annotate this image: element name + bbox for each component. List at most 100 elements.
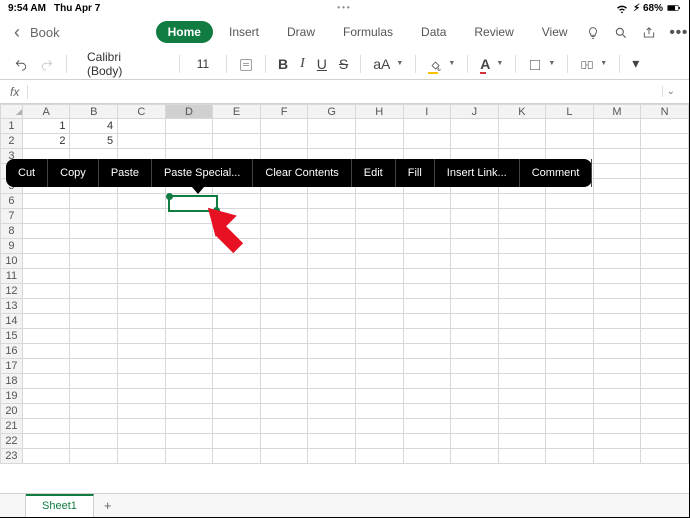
cell-K18[interactable] [498, 374, 546, 389]
cell-N18[interactable] [641, 374, 689, 389]
cell-K10[interactable] [498, 254, 546, 269]
cell-M21[interactable] [593, 419, 641, 434]
cell-I14[interactable] [403, 314, 451, 329]
cell-N11[interactable] [641, 269, 689, 284]
cell-F23[interactable] [260, 449, 308, 464]
cell-M1[interactable] [593, 119, 641, 134]
cell-B14[interactable] [70, 314, 118, 329]
cell-C14[interactable] [118, 314, 166, 329]
cell-H2[interactable] [355, 134, 403, 149]
cell-I7[interactable] [403, 209, 451, 224]
cell-I16[interactable] [403, 344, 451, 359]
cell-A17[interactable] [22, 359, 70, 374]
row-header-19[interactable]: 19 [1, 389, 23, 404]
cell-N4[interactable] [641, 164, 689, 179]
cell-F19[interactable] [260, 389, 308, 404]
tab-draw[interactable]: Draw [275, 21, 327, 43]
cell-A18[interactable] [22, 374, 70, 389]
cell-E16[interactable] [213, 344, 261, 359]
undo-icon[interactable] [14, 55, 28, 71]
cell-N9[interactable] [641, 239, 689, 254]
cell-L16[interactable] [546, 344, 594, 359]
cell-B2[interactable]: 5 [70, 134, 118, 149]
cell-F13[interactable] [260, 299, 308, 314]
cell-J23[interactable] [451, 449, 499, 464]
borders-button[interactable] [528, 55, 542, 71]
cell-D10[interactable] [165, 254, 213, 269]
col-header-H[interactable]: H [355, 105, 403, 119]
row-header-20[interactable]: 20 [1, 404, 23, 419]
cell-M20[interactable] [593, 404, 641, 419]
cell-J15[interactable] [451, 329, 499, 344]
ctx-paste-special[interactable]: Paste Special... [152, 159, 253, 187]
cell-M19[interactable] [593, 389, 641, 404]
cell-J16[interactable] [451, 344, 499, 359]
cell-D2[interactable] [165, 134, 213, 149]
cell-K19[interactable] [498, 389, 546, 404]
cell-I1[interactable] [403, 119, 451, 134]
cell-I10[interactable] [403, 254, 451, 269]
cell-J9[interactable] [451, 239, 499, 254]
ctx-insert-link[interactable]: Insert Link... [435, 159, 520, 187]
cell-H19[interactable] [355, 389, 403, 404]
col-header-D[interactable]: D [165, 105, 213, 119]
cell-N12[interactable] [641, 284, 689, 299]
cell-C15[interactable] [118, 329, 166, 344]
chevron-down-icon[interactable]: ▼ [548, 60, 555, 67]
ctx-edit[interactable]: Edit [352, 159, 396, 187]
cell-B6[interactable] [70, 194, 118, 209]
cell-I6[interactable] [403, 194, 451, 209]
cell-M13[interactable] [593, 299, 641, 314]
cell-J19[interactable] [451, 389, 499, 404]
row-header-17[interactable]: 17 [1, 359, 23, 374]
cell-E2[interactable] [213, 134, 261, 149]
cell-C23[interactable] [118, 449, 166, 464]
cell-I15[interactable] [403, 329, 451, 344]
row-header-9[interactable]: 9 [1, 239, 23, 254]
cell-M14[interactable] [593, 314, 641, 329]
font-selector[interactable]: Calibri (Body) [79, 48, 167, 80]
chevron-down-icon[interactable]: ▼ [396, 60, 403, 67]
cell-L23[interactable] [546, 449, 594, 464]
cell-M17[interactable] [593, 359, 641, 374]
cell-K15[interactable] [498, 329, 546, 344]
row-header-16[interactable]: 16 [1, 344, 23, 359]
cell-H23[interactable] [355, 449, 403, 464]
cell-F12[interactable] [260, 284, 308, 299]
cell-M5[interactable] [593, 179, 641, 194]
cell-N1[interactable] [641, 119, 689, 134]
cell-L11[interactable] [546, 269, 594, 284]
cell-E21[interactable] [213, 419, 261, 434]
cell-G18[interactable] [308, 374, 356, 389]
select-all-corner[interactable] [1, 105, 23, 119]
cell-N20[interactable] [641, 404, 689, 419]
cell-B19[interactable] [70, 389, 118, 404]
cell-I23[interactable] [403, 449, 451, 464]
italic-button[interactable]: I [300, 56, 305, 72]
cell-H16[interactable] [355, 344, 403, 359]
cell-J6[interactable] [451, 194, 499, 209]
fx-label[interactable]: fx [10, 85, 28, 99]
sheet-tab-sheet1[interactable]: Sheet1 [26, 494, 94, 517]
cell-B9[interactable] [70, 239, 118, 254]
cell-E1[interactable] [213, 119, 261, 134]
cell-D14[interactable] [165, 314, 213, 329]
cell-B15[interactable] [70, 329, 118, 344]
ctx-clear-contents[interactable]: Clear Contents [253, 159, 351, 187]
cell-B18[interactable] [70, 374, 118, 389]
cell-K17[interactable] [498, 359, 546, 374]
row-header-15[interactable]: 15 [1, 329, 23, 344]
cell-J22[interactable] [451, 434, 499, 449]
chevron-down-icon[interactable]: ▼ [448, 60, 455, 67]
cell-H9[interactable] [355, 239, 403, 254]
cell-G13[interactable] [308, 299, 356, 314]
cell-G6[interactable] [308, 194, 356, 209]
cell-L12[interactable] [546, 284, 594, 299]
cell-L6[interactable] [546, 194, 594, 209]
cell-C9[interactable] [118, 239, 166, 254]
col-header-B[interactable]: B [70, 105, 118, 119]
cell-H22[interactable] [355, 434, 403, 449]
cell-C2[interactable] [118, 134, 166, 149]
cell-B22[interactable] [70, 434, 118, 449]
cell-A21[interactable] [22, 419, 70, 434]
